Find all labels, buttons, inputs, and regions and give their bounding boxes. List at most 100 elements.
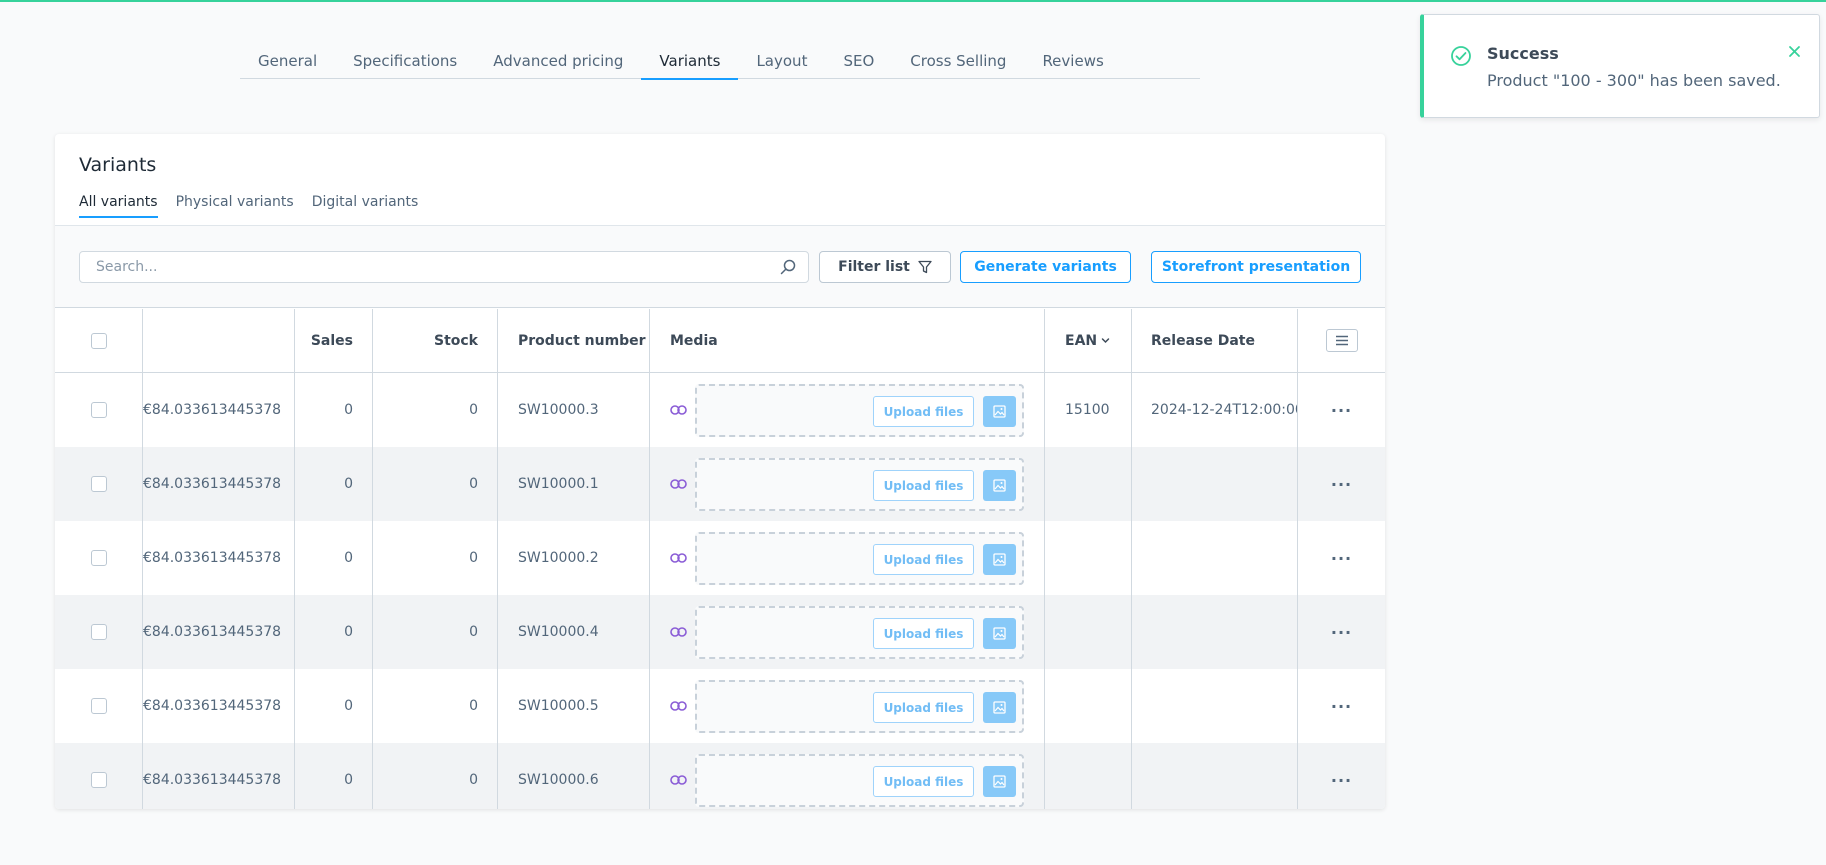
media-upload-zone[interactable]: Upload files: [695, 680, 1024, 733]
product-number-cell[interactable]: SW10000.6: [498, 743, 650, 809]
upload-files-button[interactable]: Upload files: [873, 766, 974, 797]
row-checkbox[interactable]: [90, 476, 107, 492]
ean-cell[interactable]: [1045, 743, 1132, 809]
column-settings-icon[interactable]: [1325, 329, 1358, 352]
link-icon[interactable]: [670, 479, 687, 489]
row-actions-button[interactable]: ···: [1331, 401, 1352, 420]
row-checkbox[interactable]: [90, 402, 107, 418]
header-sales[interactable]: Sales: [295, 309, 373, 372]
tab-cross-selling[interactable]: Cross Selling: [892, 48, 1024, 79]
image-icon[interactable]: [983, 544, 1016, 575]
price-cell[interactable]: €84.033613445378: [143, 743, 295, 809]
storefront-presentation-button[interactable]: Storefront presentation: [1151, 251, 1361, 283]
row-checkbox[interactable]: [90, 624, 107, 640]
stock-cell[interactable]: 0: [373, 595, 498, 669]
header-stock[interactable]: Stock: [373, 309, 498, 372]
link-icon[interactable]: [670, 775, 687, 785]
image-icon[interactable]: [983, 766, 1016, 797]
stock-cell[interactable]: 0: [373, 373, 498, 447]
release-date-cell[interactable]: 2024-12-24T12:00:00: [1132, 373, 1298, 447]
select-all-checkbox[interactable]: [90, 332, 107, 349]
row-checkbox[interactable]: [90, 772, 107, 788]
media-upload-zone[interactable]: Upload files: [695, 458, 1024, 511]
tab-specifications[interactable]: Specifications: [335, 48, 475, 79]
media-cell: Upload files: [650, 373, 1045, 447]
stock-cell[interactable]: 0: [373, 521, 498, 595]
header-ean[interactable]: EAN: [1045, 309, 1132, 372]
search-input[interactable]: [80, 252, 760, 282]
filter-list-button[interactable]: Filter list: [819, 251, 951, 283]
upload-files-button[interactable]: Upload files: [873, 470, 974, 501]
header-product-number[interactable]: Product number: [498, 309, 650, 372]
media-upload-zone[interactable]: Upload files: [695, 606, 1024, 659]
header-price[interactable]: [143, 309, 295, 372]
ean-cell[interactable]: [1045, 521, 1132, 595]
row-checkbox[interactable]: [90, 698, 107, 714]
release-date-cell[interactable]: [1132, 595, 1298, 669]
tab-digital-variants[interactable]: Digital variants: [312, 191, 419, 224]
row-actions-button[interactable]: ···: [1331, 475, 1352, 494]
tab-seo[interactable]: SEO: [825, 48, 892, 79]
tab-advanced-pricing[interactable]: Advanced pricing: [475, 48, 641, 79]
upload-files-button[interactable]: Upload files: [873, 618, 974, 649]
row-checkbox[interactable]: [90, 550, 107, 566]
tab-general[interactable]: General: [240, 48, 335, 79]
stock-cell[interactable]: 0: [373, 743, 498, 809]
ean-cell[interactable]: [1045, 595, 1132, 669]
chevron-down-icon[interactable]: [1101, 336, 1110, 345]
product-number-cell[interactable]: SW10000.1: [498, 447, 650, 521]
sales-cell: 0: [295, 373, 373, 447]
price-cell[interactable]: €84.033613445378: [143, 447, 295, 521]
product-number-cell[interactable]: SW10000.3: [498, 373, 650, 447]
row-actions-button[interactable]: ···: [1331, 697, 1352, 716]
release-date-cell[interactable]: [1132, 447, 1298, 521]
tab-physical-variants[interactable]: Physical variants: [176, 191, 294, 224]
image-icon[interactable]: [983, 618, 1016, 649]
link-icon[interactable]: [670, 553, 687, 563]
tab-variants[interactable]: Variants: [641, 48, 739, 80]
price-cell[interactable]: €84.033613445378: [143, 373, 295, 447]
image-icon[interactable]: [983, 396, 1016, 427]
tab-reviews[interactable]: Reviews: [1024, 48, 1121, 79]
tab-all-variants[interactable]: All variants: [79, 191, 158, 224]
filter-list-label: Filter list: [838, 259, 910, 275]
link-icon[interactable]: [670, 701, 687, 711]
stock-cell[interactable]: 0: [373, 669, 498, 743]
product-number-cell[interactable]: SW10000.2: [498, 521, 650, 595]
stock-cell[interactable]: 0: [373, 447, 498, 521]
close-icon[interactable]: [1788, 43, 1801, 62]
tab-layout[interactable]: Layout: [738, 48, 825, 79]
product-number-cell[interactable]: SW10000.4: [498, 595, 650, 669]
row-select-cell: [55, 373, 143, 447]
release-date-cell[interactable]: [1132, 521, 1298, 595]
row-actions-button[interactable]: ···: [1331, 623, 1352, 642]
media-upload-zone[interactable]: Upload files: [695, 532, 1024, 585]
ean-cell[interactable]: [1045, 447, 1132, 521]
link-icon[interactable]: [670, 627, 687, 637]
media-upload-zone[interactable]: Upload files: [695, 754, 1024, 807]
product-number-cell[interactable]: SW10000.5: [498, 669, 650, 743]
price-cell[interactable]: €84.033613445378: [143, 595, 295, 669]
search-icon[interactable]: [780, 259, 796, 279]
release-date-cell[interactable]: [1132, 669, 1298, 743]
price-cell[interactable]: €84.033613445378: [143, 521, 295, 595]
upload-files-button[interactable]: Upload files: [873, 692, 974, 723]
header-media[interactable]: Media: [650, 309, 1045, 372]
generate-variants-button[interactable]: Generate variants: [960, 251, 1131, 283]
media-upload-zone[interactable]: Upload files: [695, 384, 1024, 437]
link-icon[interactable]: [670, 405, 687, 415]
release-date-cell[interactable]: [1132, 743, 1298, 809]
ean-cell[interactable]: 15100: [1045, 373, 1132, 447]
row-actions-button[interactable]: ···: [1331, 771, 1352, 790]
upload-files-button[interactable]: Upload files: [873, 544, 974, 575]
ean-cell[interactable]: [1045, 669, 1132, 743]
media-cell: Upload files: [650, 595, 1045, 669]
header-release-date[interactable]: Release Date: [1132, 309, 1298, 372]
media-cell: Upload files: [650, 743, 1045, 809]
image-icon[interactable]: [983, 692, 1016, 723]
upload-files-button[interactable]: Upload files: [873, 396, 974, 427]
row-actions-button[interactable]: ···: [1331, 549, 1352, 568]
price-cell[interactable]: €84.033613445378: [143, 669, 295, 743]
image-icon[interactable]: [983, 470, 1016, 501]
row-select-cell: [55, 743, 143, 809]
